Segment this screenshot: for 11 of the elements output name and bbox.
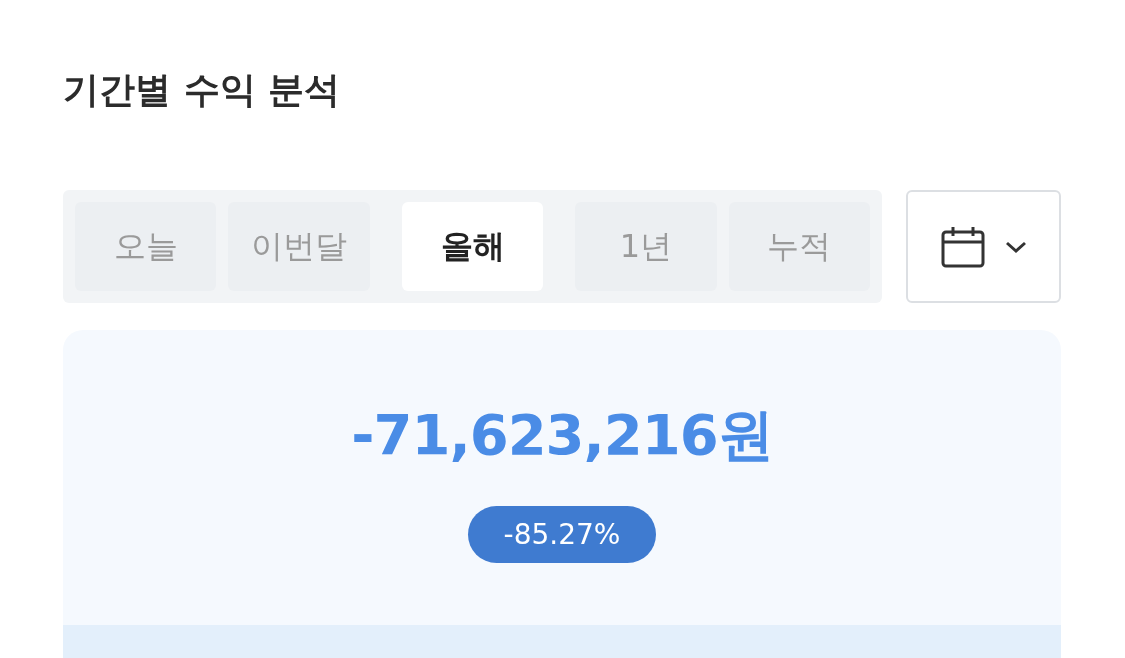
chevron-down-icon — [1004, 240, 1027, 253]
period-tab[interactable]: 올해 — [401, 202, 544, 291]
period-tab[interactable]: 이번달 — [228, 202, 370, 291]
period-tab[interactable]: 1년 — [575, 202, 717, 291]
profit-amount: -71,623,216원 — [351, 401, 773, 469]
calendar-dropdown-button[interactable] — [906, 190, 1061, 303]
period-tab[interactable]: 누적 — [728, 202, 871, 291]
page-title: 기간별 수익 분석 — [63, 68, 342, 112]
calendar-icon — [940, 225, 985, 268]
period-tab[interactable]: 오늘 — [75, 202, 217, 291]
profit-rate-badge: -85.27% — [467, 506, 657, 563]
